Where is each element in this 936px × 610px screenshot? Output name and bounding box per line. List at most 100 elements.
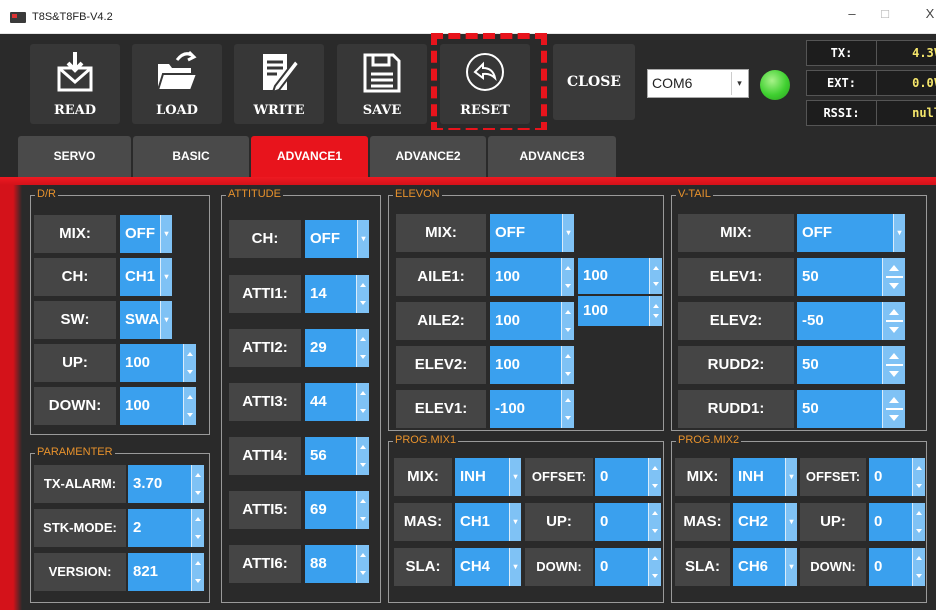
save-label: SAVE	[362, 103, 402, 118]
minimize-button[interactable]: –	[842, 6, 862, 21]
spin-arrows-icon[interactable]	[882, 346, 905, 384]
pm1-down-spinbox[interactable]: 0	[595, 548, 661, 586]
pm2-sla-label: SLA:	[675, 548, 730, 586]
vtail-elev2-label: ELEV2:	[678, 302, 794, 340]
att-atti6-spinbox[interactable]: 88	[305, 545, 369, 583]
att-ch-select[interactable]: OFF ▾	[305, 220, 369, 258]
load-button[interactable]: LOAD	[132, 44, 222, 124]
spin-arrows-icon[interactable]	[882, 390, 905, 428]
att-atti4-spinbox[interactable]: 56	[305, 437, 369, 475]
spin-arrows-icon[interactable]	[648, 548, 661, 586]
spin-arrows-icon[interactable]	[191, 509, 204, 547]
spin-arrows-icon[interactable]	[649, 258, 662, 294]
dr-down-spinbox[interactable]: 100	[120, 387, 196, 425]
spin-arrows-icon[interactable]	[183, 344, 196, 382]
dr-up-label: UP:	[34, 344, 116, 382]
pm2-offset-label: OFFSET:	[800, 458, 866, 496]
param-txalarm-spinbox[interactable]: 3.70	[128, 465, 204, 503]
vtail-rudd1-spinbox[interactable]: 50	[797, 390, 905, 428]
spin-arrows-icon[interactable]	[561, 390, 574, 428]
elevon-aile1-extra-spinbox[interactable]: 100	[578, 258, 662, 294]
dr-up-spinbox[interactable]: 100	[120, 344, 196, 382]
spin-arrows-icon[interactable]	[912, 548, 925, 586]
save-icon	[363, 53, 401, 93]
spin-arrows-icon[interactable]	[912, 503, 925, 541]
pm2-offset-spinbox[interactable]: 0	[869, 458, 925, 496]
maximize-button[interactable]: □	[875, 6, 895, 21]
spin-arrows-icon[interactable]	[356, 545, 369, 583]
pm1-mix-select[interactable]: INH ▾	[455, 458, 521, 496]
elevon-aile2-extra-spinbox[interactable]: 100	[578, 296, 662, 326]
spin-arrows-icon[interactable]	[356, 275, 369, 313]
pm1-sla-select[interactable]: CH4 ▾	[455, 548, 521, 586]
pm1-up-spinbox[interactable]: 0	[595, 503, 661, 541]
spin-arrows-icon[interactable]	[882, 258, 905, 296]
write-button[interactable]: WRITE	[234, 44, 324, 124]
spin-arrows-icon[interactable]	[912, 458, 925, 496]
spin-arrows-icon[interactable]	[191, 553, 204, 591]
elevon-aile2-label: AILE2:	[396, 302, 486, 340]
att-atti2-spinbox[interactable]: 29	[305, 329, 369, 367]
elevon-aile2-spinbox[interactable]: 100	[490, 302, 574, 340]
vtail-elev1-spinbox[interactable]: 50	[797, 258, 905, 296]
spin-arrows-icon[interactable]	[561, 346, 574, 384]
dr-sw-select[interactable]: SWA ▾	[120, 301, 172, 339]
pm1-offset-spinbox[interactable]: 0	[595, 458, 661, 496]
spin-arrows-icon[interactable]	[356, 329, 369, 367]
att-atti2-label: ATTI2:	[229, 329, 301, 367]
pm1-mas-select[interactable]: CH1 ▾	[455, 503, 521, 541]
dr-down-label: DOWN:	[34, 387, 116, 425]
dr-mix-label: MIX:	[34, 215, 116, 253]
param-version-spinbox[interactable]: 821	[128, 553, 204, 591]
elevon-mix-select[interactable]: OFF ▾	[490, 214, 574, 252]
tab-advance3[interactable]: ADVANCE3	[488, 136, 616, 177]
param-stkmode-spinbox[interactable]: 2	[128, 509, 204, 547]
pm2-mix-label: MIX:	[675, 458, 730, 496]
att-atti5-spinbox[interactable]: 69	[305, 491, 369, 529]
com-port-select[interactable]: COM6 ▾	[647, 69, 749, 98]
pm2-up-spinbox[interactable]: 0	[869, 503, 925, 541]
elevon-aile1-spinbox[interactable]: 100	[490, 258, 574, 296]
chevron-down-icon: ▾	[357, 220, 369, 258]
tab-advance2[interactable]: ADVANCE2	[370, 136, 486, 177]
att-atti3-spinbox[interactable]: 44	[305, 383, 369, 421]
close-window-button[interactable]: X	[920, 6, 936, 21]
spin-arrows-icon[interactable]	[561, 302, 574, 340]
spin-arrows-icon[interactable]	[356, 383, 369, 421]
spin-arrows-icon[interactable]	[356, 491, 369, 529]
dr-title: D/R	[35, 188, 58, 200]
spin-arrows-icon[interactable]	[191, 465, 204, 503]
status-ext: EXT:0.0V	[806, 70, 936, 96]
tab-servo[interactable]: SERVO	[18, 136, 131, 177]
elevon-elev1-spinbox[interactable]: -100	[490, 390, 574, 428]
spin-arrows-icon[interactable]	[648, 458, 661, 496]
pm2-down-spinbox[interactable]: 0	[869, 548, 925, 586]
elevon-elev2-spinbox[interactable]: 100	[490, 346, 574, 384]
dr-ch-select[interactable]: CH1 ▾	[120, 258, 172, 296]
pm2-sla-select[interactable]: CH6 ▾	[733, 548, 797, 586]
spin-arrows-icon[interactable]	[649, 296, 662, 326]
att-atti1-label: ATTI1:	[229, 275, 301, 313]
read-icon	[57, 52, 93, 92]
panel-left-accent	[0, 185, 22, 610]
read-button[interactable]: READ	[30, 44, 120, 124]
spin-arrows-icon[interactable]	[356, 437, 369, 475]
pm2-up-label: UP:	[800, 503, 866, 541]
close-button[interactable]: CLOSE	[553, 44, 635, 120]
pm2-mix-select[interactable]: INH ▾	[733, 458, 797, 496]
load-label: LOAD	[156, 103, 198, 118]
att-atti1-spinbox[interactable]: 14	[305, 275, 369, 313]
spin-arrows-icon[interactable]	[561, 258, 574, 296]
save-button[interactable]: SAVE	[337, 44, 427, 124]
pm2-mas-select[interactable]: CH2 ▾	[733, 503, 797, 541]
dr-mix-select[interactable]: OFF ▾	[120, 215, 172, 253]
vtail-elev2-spinbox[interactable]: -50	[797, 302, 905, 340]
tab-advance1[interactable]: ADVANCE1	[251, 136, 368, 177]
vtail-rudd2-spinbox[interactable]: 50	[797, 346, 905, 384]
att-ch-label: CH:	[229, 220, 301, 258]
spin-arrows-icon[interactable]	[648, 503, 661, 541]
spin-arrows-icon[interactable]	[183, 387, 196, 425]
spin-arrows-icon[interactable]	[882, 302, 905, 340]
tab-basic[interactable]: BASIC	[133, 136, 249, 177]
vtail-mix-select[interactable]: OFF ▾	[797, 214, 905, 252]
